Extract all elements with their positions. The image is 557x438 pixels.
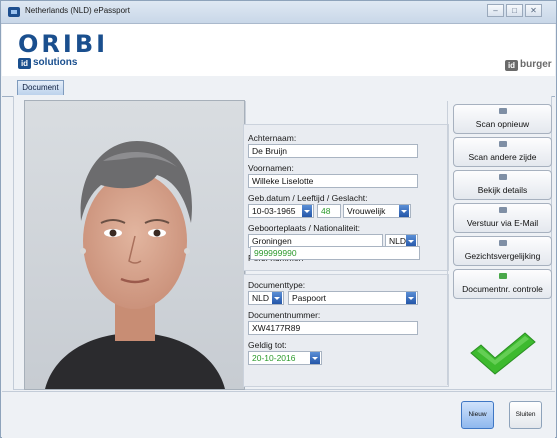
tab-document[interactable]: Document bbox=[17, 80, 64, 95]
id-logo-badge: id bbox=[18, 58, 31, 69]
doctype-value: Paspoort bbox=[292, 293, 327, 303]
brand-name: burger bbox=[520, 59, 552, 70]
scan-icon bbox=[499, 108, 507, 114]
checkmark-icon bbox=[470, 332, 536, 375]
scan-again-button[interactable]: Scan opnieuw bbox=[453, 104, 552, 134]
send-email-label: Verstuur via E-Mail bbox=[466, 218, 539, 228]
flip-scan-icon bbox=[499, 141, 507, 147]
window-title: Netherlands (NLD) ePassport bbox=[25, 6, 130, 15]
logo-subtitle: solutions bbox=[33, 57, 78, 68]
brand-id-badge: id bbox=[505, 60, 518, 71]
voornamen-label: Voornamen: bbox=[248, 163, 294, 173]
portrait-image bbox=[25, 101, 244, 389]
app-header: ORIBI id solutions id burger bbox=[2, 24, 555, 76]
divider bbox=[447, 101, 448, 385]
docnr-label: Documentnummer: bbox=[248, 310, 321, 320]
doctype-select[interactable]: Paspoort bbox=[288, 291, 418, 305]
achternaam-field[interactable]: De Bruijn bbox=[248, 144, 418, 158]
title-bar: Netherlands (NLD) ePassport – □ ✕ bbox=[1, 1, 556, 24]
docnr-check-button[interactable]: Documentnr. controle bbox=[453, 269, 552, 299]
details-icon bbox=[499, 174, 507, 180]
birthdate-field[interactable]: 10-03-1965 bbox=[248, 204, 314, 218]
app-icon bbox=[8, 7, 20, 17]
passport-photo bbox=[24, 100, 245, 390]
face-compare-button[interactable]: Gezichtsvergelijking bbox=[453, 236, 552, 266]
email-icon bbox=[499, 207, 507, 213]
calendar-dropdown-icon[interactable] bbox=[310, 352, 320, 364]
docnr-check-label: Documentnr. controle bbox=[462, 284, 543, 294]
check-doc-icon bbox=[499, 273, 507, 279]
nationality-value: NLD bbox=[389, 236, 407, 246]
docnr-field[interactable]: XW4177R89 bbox=[248, 321, 418, 335]
face-compare-icon bbox=[499, 240, 507, 246]
calendar-dropdown-icon[interactable] bbox=[302, 205, 312, 217]
chevron-down-icon[interactable] bbox=[272, 292, 282, 304]
doctype-country-value: NLD bbox=[252, 293, 270, 303]
expiry-value: 20-10-2016 bbox=[252, 353, 296, 363]
achternaam-label: Achternaam: bbox=[248, 133, 297, 143]
oribi-logo: ORIBI bbox=[18, 30, 109, 58]
scan-other-side-label: Scan andere zijde bbox=[468, 152, 537, 162]
send-email-button[interactable]: Verstuur via E-Mail bbox=[453, 203, 552, 233]
chevron-down-icon[interactable] bbox=[406, 292, 416, 304]
scan-again-label: Scan opnieuw bbox=[475, 119, 530, 129]
doctype-country-select[interactable]: NLD bbox=[248, 291, 284, 305]
geb-label: Geb.datum / Leeftijd / Geslacht: bbox=[248, 193, 368, 203]
app-window: Netherlands (NLD) ePassport – □ ✕ ORIBI … bbox=[0, 0, 557, 438]
tab-strip: Document bbox=[2, 76, 555, 97]
maximize-button[interactable]: □ bbox=[506, 4, 523, 17]
chevron-down-icon[interactable] bbox=[399, 205, 409, 217]
footer-bar: Nieuw Sluiten bbox=[2, 391, 555, 438]
pers-nummer-field[interactable]: 999999990 bbox=[250, 246, 420, 260]
close-window-button[interactable]: Sluiten bbox=[509, 401, 542, 429]
birthdate-value: 10-03-1965 bbox=[252, 206, 296, 216]
view-details-button[interactable]: Bekijk details bbox=[453, 170, 552, 200]
close-button[interactable]: ✕ bbox=[525, 4, 542, 17]
view-details-label: Bekijk details bbox=[477, 185, 528, 195]
new-button[interactable]: Nieuw bbox=[461, 401, 494, 429]
geboorteplaats-label: Geboorteplaats / Nationaliteit: bbox=[248, 223, 360, 233]
document-data-panel: Documenttype: NLD Paspoort Documentnumme… bbox=[243, 274, 449, 387]
expiry-field[interactable]: 20-10-2016 bbox=[248, 351, 322, 365]
scan-other-side-button[interactable]: Scan andere zijde bbox=[453, 137, 552, 167]
gender-value: Vrouwelijk bbox=[347, 206, 386, 216]
age-field: 48 bbox=[317, 204, 341, 218]
geldig-label: Geldig tot: bbox=[248, 340, 287, 350]
minimize-button[interactable]: – bbox=[487, 4, 504, 17]
voornamen-field[interactable]: Willeke Liselotte bbox=[248, 174, 418, 188]
gender-select[interactable]: Vrouwelijk bbox=[343, 204, 411, 218]
face-compare-label: Gezichtsvergelijking bbox=[464, 251, 541, 261]
doctype-label: Documenttype: bbox=[248, 280, 306, 290]
